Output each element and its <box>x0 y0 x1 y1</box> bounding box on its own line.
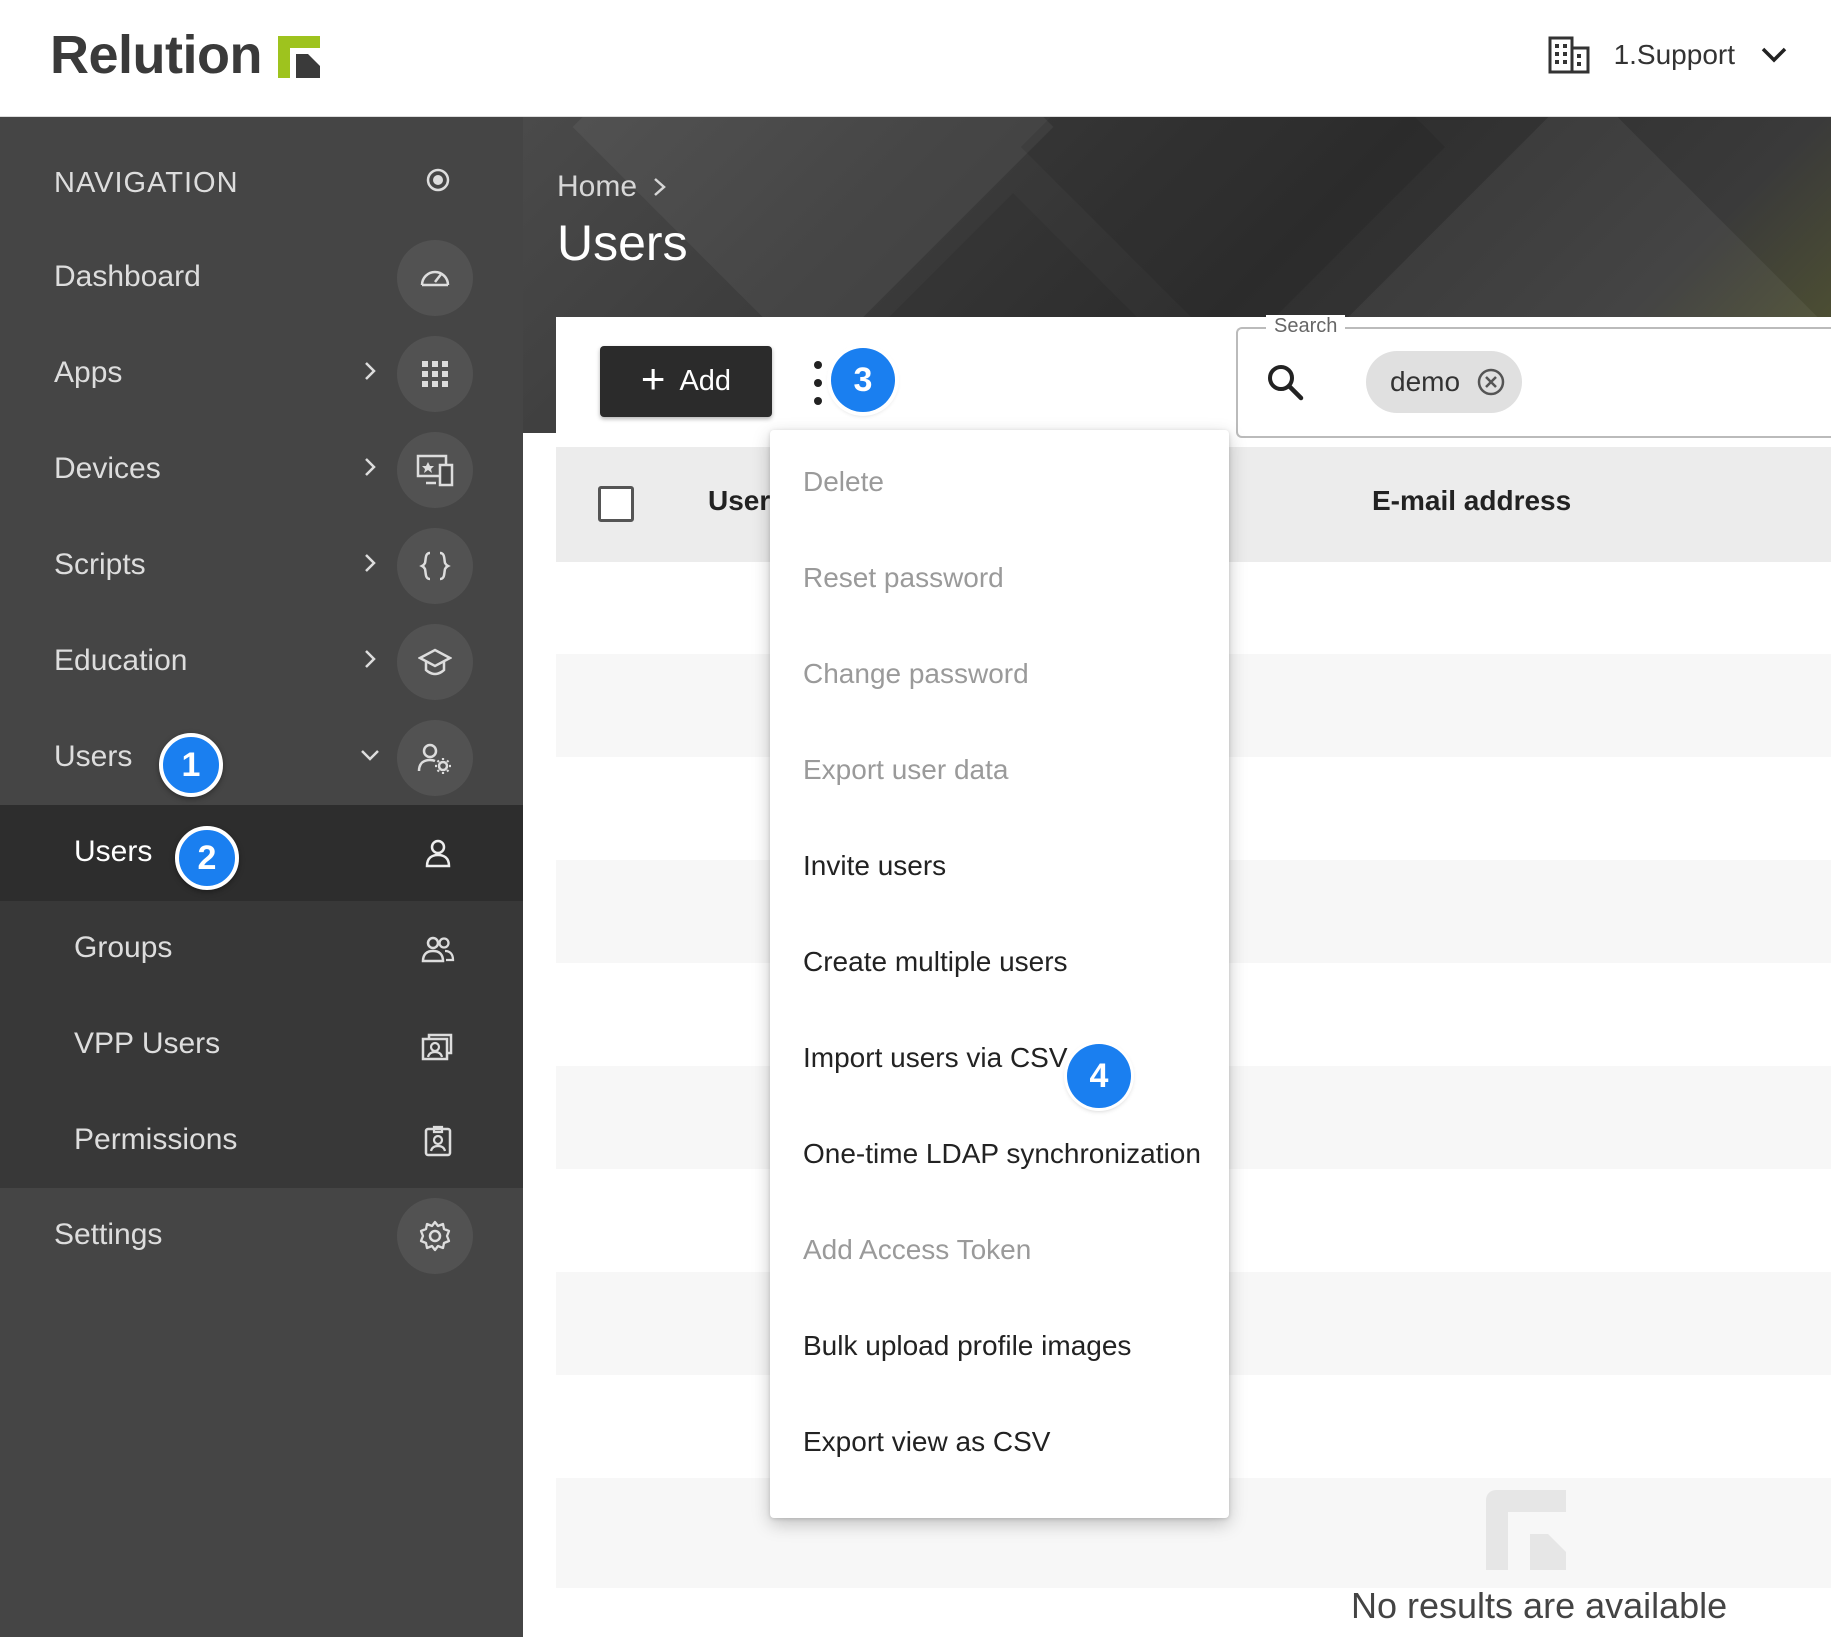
menu-item-delete[interactable]: Delete <box>770 434 1229 530</box>
app-logo[interactable]: Relution <box>50 24 320 86</box>
chevron-right-icon <box>365 362 376 380</box>
menu-item-invite-users[interactable]: Invite users <box>770 818 1229 914</box>
sidebar-subitem-label: Groups <box>74 931 173 964</box>
settings-icon-wrap <box>397 1198 473 1274</box>
sidebar-item-dashboard[interactable]: Dashboard <box>0 230 523 326</box>
search-icon[interactable] <box>1264 361 1306 403</box>
chevron-right-icon <box>365 458 376 476</box>
id-badge-icon-wrap <box>418 1121 458 1161</box>
chevron-right-icon <box>365 650 376 668</box>
column-header-user[interactable]: User <box>708 485 770 517</box>
sidebar-item-settings[interactable]: Settings <box>0 1188 523 1284</box>
sidebar: NAVIGATION Dashboard Apps Devices Script… <box>0 117 523 1637</box>
vpp-icon <box>421 1033 453 1061</box>
apps-icon-wrap <box>397 336 473 412</box>
user-icon-wrap <box>418 833 458 873</box>
chevron-down-icon <box>361 750 379 761</box>
chevron-down-icon <box>1761 47 1787 63</box>
devices-icon-wrap <box>397 432 473 508</box>
step-badge-2: 2 <box>175 826 239 890</box>
menu-item-bulk-upload-images[interactable]: Bulk upload profile images <box>770 1298 1229 1394</box>
graduation-cap-icon <box>418 648 452 676</box>
sidebar-item-devices[interactable]: Devices <box>0 422 523 518</box>
search-chip-label: demo <box>1390 366 1461 397</box>
empty-state-text: No results are available <box>1351 1585 1728 1626</box>
navigation-title: NAVIGATION <box>54 167 239 199</box>
group-icon <box>421 936 455 963</box>
menu-item-export-view-csv[interactable]: Export view as CSV <box>770 1394 1229 1490</box>
add-button-label: Add <box>679 365 732 397</box>
pin-sidebar-icon[interactable] <box>425 167 451 193</box>
sidebar-subitem-groups[interactable]: Groups <box>0 901 523 997</box>
more-actions-button[interactable] <box>806 361 830 405</box>
search-chip: demo <box>1366 351 1523 413</box>
dashboard-icon-wrap <box>397 240 473 316</box>
chevron-right-icon <box>365 554 376 572</box>
column-header-email[interactable]: E-mail address <box>1372 485 1571 517</box>
sidebar-item-label: Devices <box>54 452 161 485</box>
breadcrumb: Home <box>557 170 669 204</box>
group-icon-wrap <box>418 929 458 969</box>
step-badge-4: 4 <box>1067 1044 1131 1108</box>
search-legend: Search <box>1266 315 1346 338</box>
sidebar-item-users[interactable]: Users <box>0 710 523 806</box>
sidebar-item-apps[interactable]: Apps <box>0 326 523 422</box>
id-badge-icon <box>424 1125 452 1157</box>
menu-item-export-user-data[interactable]: Export user data <box>770 722 1229 818</box>
sidebar-subitem-label: VPP Users <box>74 1027 221 1060</box>
sidebar-item-label: Users <box>54 740 133 773</box>
logo-text: Relution <box>50 25 262 85</box>
gear-icon <box>419 1220 451 1252</box>
menu-item-import-users-csv[interactable]: Import users via CSV <box>770 1010 1229 1106</box>
step-badge-3: 3 <box>831 348 895 412</box>
search-field[interactable]: Search demo <box>1236 315 1831 438</box>
user-icon <box>425 839 451 868</box>
users-gear-icon <box>417 743 451 774</box>
sidebar-item-education[interactable]: Education <box>0 614 523 710</box>
devices-icon <box>416 454 454 487</box>
menu-item-create-multiple-users[interactable]: Create multiple users <box>770 914 1229 1010</box>
add-button[interactable]: + Add <box>600 346 772 417</box>
more-actions-menu: Delete Reset password Change password Ex… <box>770 430 1229 1518</box>
sidebar-subitem-vpp-users[interactable]: VPP Users <box>0 997 523 1093</box>
education-icon-wrap <box>397 624 473 700</box>
empty-state-logo-icon <box>1486 1490 1566 1570</box>
logo-mark-icon <box>277 36 320 78</box>
sidebar-item-label: Scripts <box>54 548 146 581</box>
sidebar-item-label: Settings <box>54 1218 163 1251</box>
menu-item-change-password[interactable]: Change password <box>770 626 1229 722</box>
plus-icon: + <box>640 354 666 402</box>
scripts-icon-wrap <box>397 528 473 604</box>
vpp-icon-wrap <box>418 1025 458 1065</box>
users-icon-wrap <box>397 720 473 796</box>
sidebar-subitem-permissions[interactable]: Permissions <box>0 1093 523 1189</box>
users-submenu: Users Groups VPP Users Permissions <box>0 805 523 1188</box>
sidebar-item-label: Apps <box>54 356 123 389</box>
organization-name: 1.Support <box>1613 39 1735 70</box>
building-icon <box>1548 36 1590 74</box>
sidebar-item-scripts[interactable]: Scripts <box>0 518 523 614</box>
gauge-icon <box>420 270 450 287</box>
grid-icon <box>422 361 448 387</box>
remove-chip-icon[interactable] <box>1476 367 1506 397</box>
chevron-right-icon <box>654 178 666 196</box>
organization-switcher[interactable]: 1.Support <box>1548 30 1787 80</box>
menu-item-reset-password[interactable]: Reset password <box>770 530 1229 626</box>
sidebar-subitem-label: Permissions <box>74 1123 238 1156</box>
step-badge-1: 1 <box>159 733 223 797</box>
breadcrumb-home[interactable]: Home <box>557 170 637 204</box>
sidebar-item-label: Dashboard <box>54 260 201 293</box>
braces-icon <box>419 551 451 581</box>
select-all-checkbox[interactable] <box>598 486 634 522</box>
sidebar-subitem-label: Users <box>74 835 153 868</box>
menu-item-add-access-token[interactable]: Add Access Token <box>770 1202 1229 1298</box>
sidebar-subitem-users[interactable]: Users <box>0 805 523 901</box>
sidebar-item-label: Education <box>54 644 188 677</box>
top-bar: Relution 1.Support <box>0 0 1831 117</box>
page-title: Users <box>557 215 688 271</box>
menu-item-ldap-sync[interactable]: One-time LDAP synchronization <box>770 1106 1229 1202</box>
